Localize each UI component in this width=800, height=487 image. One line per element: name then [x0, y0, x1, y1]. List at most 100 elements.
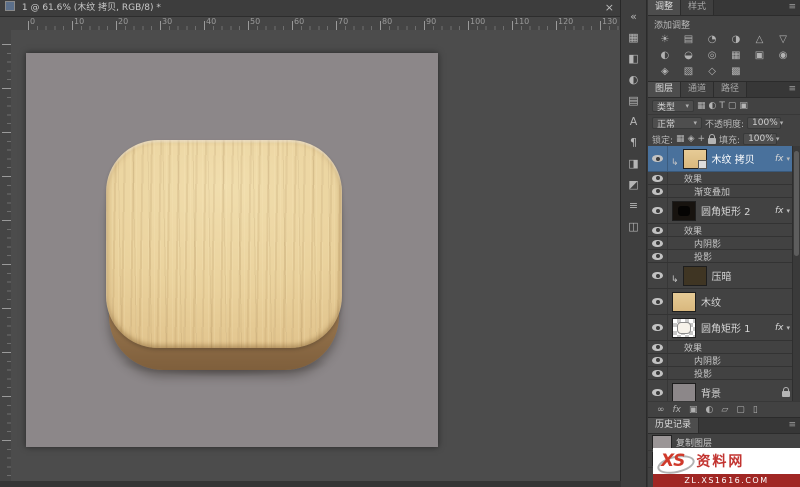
canvas-viewport[interactable] [11, 30, 620, 481]
layer-row[interactable]: 背景 [648, 380, 793, 401]
navigator-panel-icon[interactable]: ◩ [621, 174, 646, 195]
canvas-artboard[interactable] [26, 53, 438, 447]
filter-type-icon[interactable]: T [719, 101, 725, 111]
visibility-toggle[interactable] [648, 367, 668, 379]
filter-adjustment-icon[interactable]: ◐ [709, 101, 717, 111]
fill-dropdown[interactable]: 100% ▾ [743, 133, 777, 145]
character-panel-icon[interactable]: A [621, 111, 646, 132]
tab-inactive[interactable]: 路径 [714, 82, 747, 97]
layer-row[interactable]: 圆角矩形 1fx▾ [648, 315, 793, 341]
color-lookup-icon[interactable]: ▣ [748, 48, 772, 63]
filter-pixel-icon[interactable]: ▦ [697, 101, 706, 111]
photo-filter-icon[interactable]: ◎ [700, 48, 724, 63]
paragraph-panel-icon[interactable]: ¶ [621, 132, 646, 153]
layer-thumbnail[interactable] [683, 149, 707, 169]
filter-shape-icon[interactable]: ▢ [728, 101, 737, 111]
black-white-icon[interactable]: ◒ [677, 48, 701, 63]
visibility-toggle[interactable] [648, 224, 668, 236]
layer-effect-row[interactable]: 内阴影 [648, 237, 793, 250]
document-titlebar[interactable]: 1 @ 61.6% (木纹 拷贝, RGB/8) * × [0, 0, 620, 17]
delete-layer-icon[interactable]: ▯ [753, 405, 758, 415]
tab-active[interactable]: 调整 [648, 0, 681, 15]
layer-thumbnail[interactable] [672, 292, 696, 312]
new-group-icon[interactable]: ▱ [721, 405, 728, 415]
visibility-toggle[interactable] [648, 198, 668, 223]
layer-thumbnail[interactable] [683, 266, 707, 286]
layer-fx-badge[interactable]: fx [775, 323, 784, 333]
curves-icon[interactable]: ◔ [700, 32, 724, 47]
color-balance-icon[interactable]: ◐ [653, 48, 677, 63]
layer-effect-row[interactable]: 效果 [648, 172, 793, 185]
lock-position-icon[interactable]: + [697, 134, 705, 144]
layer-effect-row[interactable]: 内阴影 [648, 354, 793, 367]
scrollbar-thumb[interactable] [794, 151, 799, 256]
invert-icon[interactable]: ◉ [771, 48, 795, 63]
histogram-panel-icon[interactable]: ◫ [621, 216, 646, 237]
new-layer-icon[interactable]: ▢ [736, 405, 745, 415]
visibility-toggle[interactable] [648, 380, 668, 401]
vibrance-icon[interactable]: △ [748, 32, 772, 47]
add-mask-icon[interactable]: ▣ [689, 405, 698, 415]
panel-menu-icon[interactable]: ≡ [788, 82, 796, 97]
visibility-toggle[interactable] [648, 315, 668, 340]
panel-menu-icon[interactable]: ≡ [788, 0, 796, 15]
lock-all-icon[interactable] [708, 138, 716, 144]
layer-effect-row[interactable]: 投影 [648, 250, 793, 263]
visibility-toggle[interactable] [648, 237, 668, 249]
posterize-icon[interactable]: ◈ [653, 64, 677, 79]
visibility-toggle[interactable] [648, 289, 668, 314]
layer-style-icon[interactable]: fx [673, 405, 682, 415]
visibility-toggle[interactable] [648, 185, 668, 197]
fx-collapse-icon[interactable]: ▾ [786, 155, 790, 163]
layer-row[interactable]: ↳压暗 [648, 263, 793, 289]
layer-fx-badge[interactable]: fx [775, 206, 784, 216]
channel-mixer-icon[interactable]: ▦ [724, 48, 748, 63]
selective-color-icon[interactable]: ▩ [724, 64, 748, 79]
collapse-dock-icon[interactable]: « [621, 6, 646, 27]
adjustments-panel-icon[interactable]: ◐ [621, 69, 646, 90]
layer-row[interactable]: ↳木纹 拷贝fx▾ [648, 146, 793, 172]
new-adjustment-icon[interactable]: ◐ [706, 405, 714, 415]
layer-effect-row[interactable]: 渐变叠加 [648, 185, 793, 198]
blend-mode-dropdown[interactable]: 正常 ▾ [652, 117, 702, 129]
tab-active[interactable]: 历史记录 [648, 418, 699, 433]
link-layers-icon[interactable]: ∞ [657, 405, 665, 415]
swatches-panel-icon[interactable]: ▦ [621, 27, 646, 48]
layer-effect-row[interactable]: 投影 [648, 367, 793, 380]
layers-scrollbar[interactable] [792, 146, 800, 401]
filter-type-dropdown[interactable]: 类型 ▾ [652, 100, 694, 112]
panel-menu-icon[interactable]: ≡ [788, 418, 796, 433]
color-panel-icon[interactable]: ◧ [621, 48, 646, 69]
layer-row[interactable]: 圆角矩形 2fx▾ [648, 198, 793, 224]
layer-row[interactable]: 木纹 [648, 289, 793, 315]
tab-inactive[interactable]: 通道 [681, 82, 714, 97]
layer-effect-row[interactable]: 效果 [648, 224, 793, 237]
filter-smart-icon[interactable]: ▣ [739, 101, 748, 111]
properties-panel-icon[interactable]: ≡ [621, 195, 646, 216]
opacity-dropdown[interactable]: 100% ▾ [747, 117, 781, 129]
levels-icon[interactable]: ▤ [677, 32, 701, 47]
visibility-toggle[interactable] [648, 341, 668, 353]
layer-effect-row[interactable]: 效果 [648, 341, 793, 354]
visibility-toggle[interactable] [648, 172, 668, 184]
layer-thumbnail[interactable] [672, 383, 696, 402]
styles-panel-icon[interactable]: ▤ [621, 90, 646, 111]
visibility-toggle[interactable] [648, 263, 668, 288]
layer-fx-badge[interactable]: fx [775, 154, 784, 164]
exposure-icon[interactable]: ◑ [724, 32, 748, 47]
layer-thumbnail[interactable] [672, 318, 696, 338]
hue-saturation-icon[interactable]: ▽ [771, 32, 795, 47]
brightness-contrast-icon[interactable]: ☀ [653, 32, 677, 47]
info-panel-icon[interactable]: ◨ [621, 153, 646, 174]
tab-active[interactable]: 图层 [648, 82, 681, 97]
fx-collapse-icon[interactable]: ▾ [786, 324, 790, 332]
threshold-icon[interactable]: ▧ [677, 64, 701, 79]
visibility-toggle[interactable] [648, 354, 668, 366]
gradient-map-icon[interactable]: ◇ [700, 64, 724, 79]
close-button[interactable]: × [605, 0, 614, 16]
layer-thumbnail[interactable] [672, 201, 696, 221]
visibility-toggle[interactable] [648, 250, 668, 262]
lock-transparency-icon[interactable]: ▦ [676, 134, 685, 144]
visibility-toggle[interactable] [648, 146, 668, 171]
tab-inactive[interactable]: 样式 [681, 0, 714, 15]
